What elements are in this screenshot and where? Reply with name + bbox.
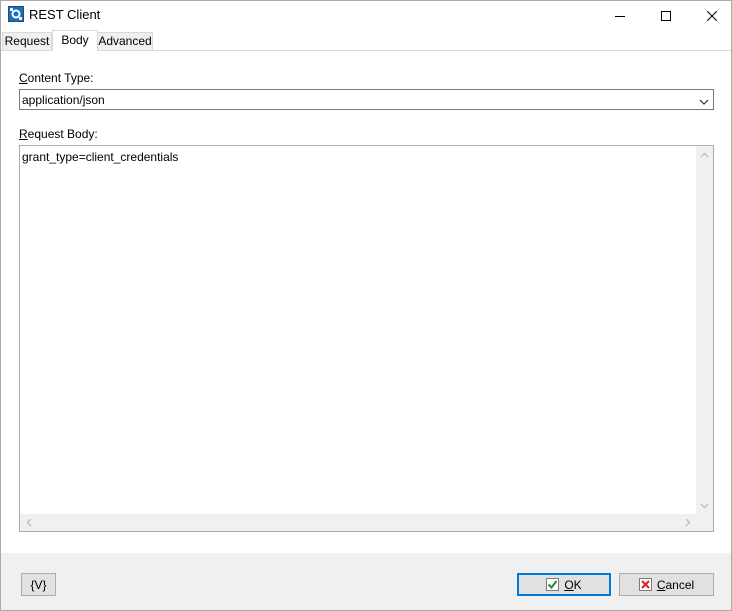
scrollbar-corner <box>696 514 713 531</box>
request-body-label: Request Body: <box>19 127 98 141</box>
red-x-icon <box>638 578 652 591</box>
window-title: REST Client <box>29 7 101 22</box>
ok-button-label: OK <box>564 577 582 592</box>
ok-button[interactable]: OK <box>517 573 611 596</box>
close-button[interactable] <box>689 1 732 30</box>
content-type-dropdown[interactable]: application/json <box>19 89 714 110</box>
maximize-icon <box>661 10 671 21</box>
rest-client-app-icon <box>8 6 24 22</box>
tab-body[interactable]: Body <box>52 30 98 51</box>
scroll-right-icon[interactable] <box>679 514 696 531</box>
request-body-editor[interactable]: grant_type=client_credentials <box>19 145 714 532</box>
body-tab-panel: Content Type: application/json Request B… <box>1 50 731 553</box>
scroll-up-icon[interactable] <box>696 146 713 163</box>
request-body-text[interactable]: grant_type=client_credentials <box>22 150 178 164</box>
vertical-scrollbar[interactable] <box>696 146 713 514</box>
scroll-down-icon[interactable] <box>696 497 713 514</box>
horizontal-scrollbar[interactable] <box>20 514 696 531</box>
tab-advanced[interactable]: Advanced <box>97 32 153 50</box>
chevron-down-icon[interactable] <box>699 95 709 109</box>
minimize-icon <box>615 11 625 21</box>
title-bar[interactable]: REST Client <box>1 1 731 30</box>
cancel-button[interactable]: Cancel <box>619 573 714 596</box>
tab-request[interactable]: Request <box>2 32 52 50</box>
maximize-button[interactable] <box>643 1 689 30</box>
content-type-value: application/json <box>22 93 105 107</box>
dialog-footer: {V} OK Cancel <box>1 553 731 610</box>
checkmark-icon <box>546 578 560 591</box>
variables-button[interactable]: {V} <box>21 573 56 596</box>
cancel-button-label: Cancel <box>656 577 695 592</box>
content-type-label: Content Type: <box>19 71 94 85</box>
scroll-left-icon[interactable] <box>20 514 37 531</box>
tab-strip: Request Body Advanced <box>1 30 731 51</box>
close-icon <box>707 10 717 21</box>
rest-client-window: REST Client Request Body Advanced Conten… <box>0 0 732 611</box>
minimize-button[interactable] <box>597 1 643 30</box>
